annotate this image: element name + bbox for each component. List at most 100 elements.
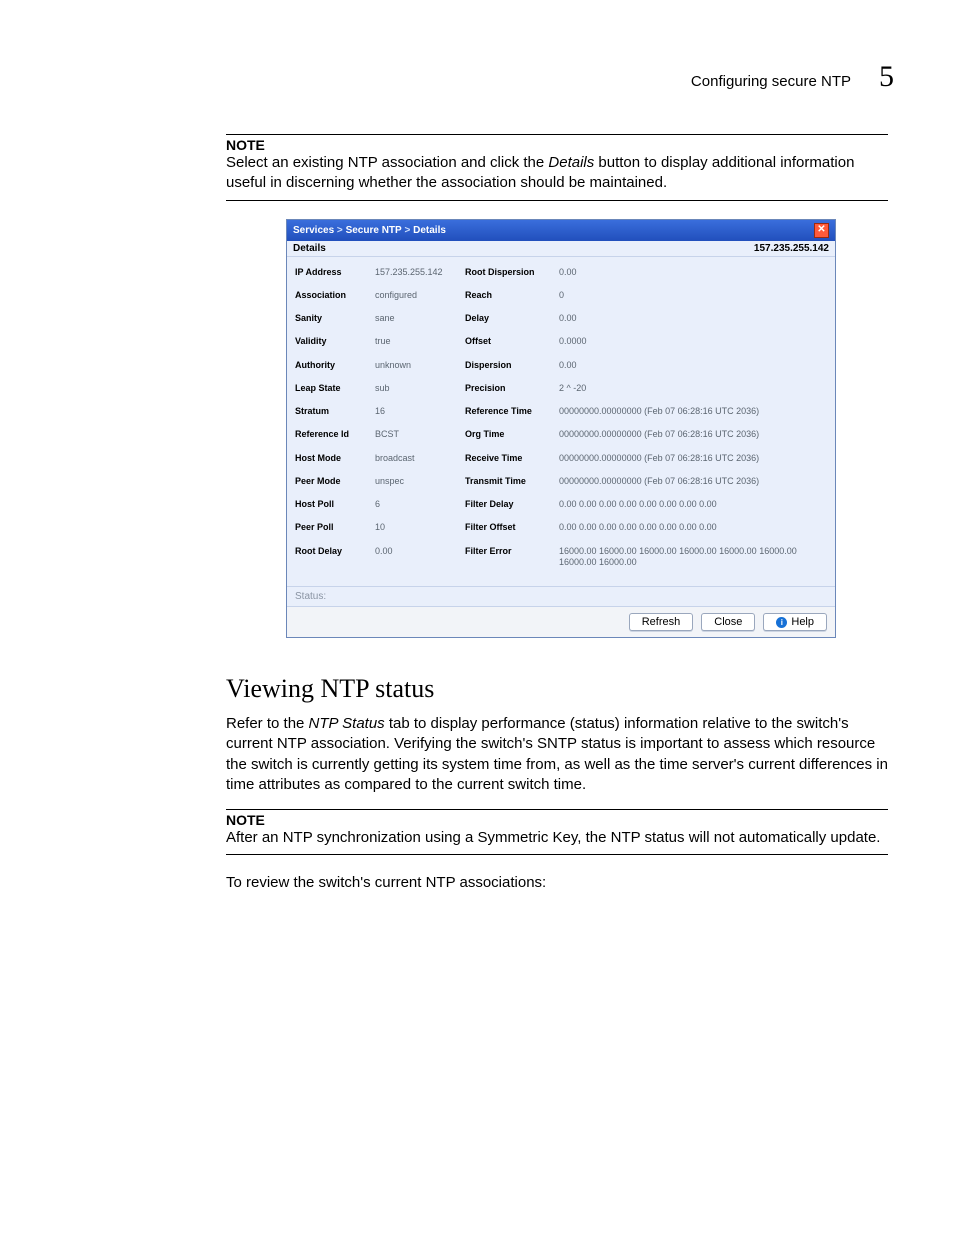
close-icon[interactable]: ✕ (814, 223, 829, 238)
detail-row: AssociationconfiguredReach0 (295, 290, 827, 301)
close-button[interactable]: Close (701, 613, 755, 631)
field-value: 6 (375, 499, 465, 509)
field-label: Validity (295, 336, 375, 346)
header-title: Configuring secure NTP (691, 73, 851, 90)
breadcrumb-sep: > (402, 225, 413, 236)
field-value: 0.00 (559, 267, 827, 278)
section-paragraph: Refer to the NTP Status tab to display p… (226, 714, 888, 795)
field-value: 0.00 (375, 546, 465, 556)
field-label: Offset (465, 336, 559, 346)
detail-row: SanitysaneDelay0.00 (295, 313, 827, 324)
note-block: NOTE Select an existing NTP association … (226, 134, 888, 201)
note-text: After an NTP synchronization using a Sym… (226, 828, 888, 848)
field-label: Host Poll (295, 499, 375, 509)
field-value: 16000.00 16000.00 16000.00 16000.00 1600… (559, 546, 827, 569)
breadcrumb-sep: > (334, 225, 345, 236)
note-block: NOTE After an NTP synchronization using … (226, 809, 888, 855)
field-value: 157.235.255.142 (375, 267, 465, 277)
note-text-before: Select an existing NTP association and c… (226, 154, 548, 171)
field-label: Filter Offset (465, 522, 559, 532)
field-label: Reference Time (465, 406, 559, 416)
note-label: NOTE (226, 137, 888, 153)
field-value: 16 (375, 406, 465, 416)
ntp-details-dialog: Services > Secure NTP > Details ✕ Detail… (286, 219, 836, 639)
dialog-ip: 157.235.255.142 (754, 243, 829, 254)
detail-row: Root Delay0.00Filter Error16000.00 16000… (295, 546, 827, 569)
field-value: unknown (375, 360, 465, 370)
dialog-subtitle: Details (293, 243, 326, 254)
help-button[interactable]: iHelp (763, 613, 827, 631)
breadcrumb-a: Services (293, 225, 334, 236)
field-label: Precision (465, 383, 559, 393)
field-value: 0 (559, 290, 827, 301)
field-value: broadcast (375, 453, 465, 463)
breadcrumb-b: Secure NTP (346, 225, 402, 236)
note-label: NOTE (226, 812, 888, 828)
field-label: Root Dispersion (465, 267, 559, 277)
field-label: Transmit Time (465, 476, 559, 486)
detail-row: Host Poll6Filter Delay0.00 0.00 0.00 0.0… (295, 499, 827, 510)
detail-row: Reference IdBCSTOrg Time00000000.0000000… (295, 429, 827, 440)
dialog-footer: Refresh Close iHelp (287, 606, 835, 637)
field-label: Org Time (465, 429, 559, 439)
para-emph: NTP Status (309, 715, 385, 732)
field-value: sub (375, 383, 465, 393)
field-label: Filter Delay (465, 499, 559, 509)
help-button-label: Help (791, 616, 814, 628)
field-label: Reference Id (295, 429, 375, 439)
field-label: Dispersion (465, 360, 559, 370)
field-label: Peer Poll (295, 522, 375, 532)
field-label: Delay (465, 313, 559, 323)
field-value: configured (375, 290, 465, 300)
field-value: 2 ^ -20 (559, 383, 827, 394)
field-value: 0.00 0.00 0.00 0.00 0.00 0.00 0.00 0.00 (559, 499, 827, 510)
close-button-label: Close (714, 616, 742, 628)
field-value: 0.0000 (559, 336, 827, 347)
note-text: Select an existing NTP association and c… (226, 153, 888, 194)
field-label: Leap State (295, 383, 375, 393)
field-value: 00000000.00000000 (Feb 07 06:28:16 UTC 2… (559, 406, 827, 417)
detail-row: AuthorityunknownDispersion0.00 (295, 360, 827, 371)
detail-row: Stratum16Reference Time00000000.00000000… (295, 406, 827, 417)
dialog-body: IP Address157.235.255.142Root Dispersion… (287, 257, 835, 587)
field-label: Stratum (295, 406, 375, 416)
field-value: 0.00 (559, 360, 827, 371)
field-label: Peer Mode (295, 476, 375, 486)
dialog-subheader: Details 157.235.255.142 (287, 241, 835, 257)
field-label: Receive Time (465, 453, 559, 463)
detail-row: Host ModebroadcastReceive Time00000000.0… (295, 453, 827, 464)
field-value: true (375, 336, 465, 346)
para-before: Refer to the (226, 715, 309, 732)
field-value: 0.00 0.00 0.00 0.00 0.00 0.00 0.00 0.00 (559, 522, 827, 533)
field-value: 0.00 (559, 313, 827, 324)
field-value: sane (375, 313, 465, 323)
field-label: Root Delay (295, 546, 375, 556)
dialog-status: Status: (287, 586, 835, 606)
chapter-number: 5 (879, 60, 894, 94)
field-value: 00000000.00000000 (Feb 07 06:28:16 UTC 2… (559, 476, 827, 487)
field-label: Authority (295, 360, 375, 370)
dialog-titlebar: Services > Secure NTP > Details ✕ (287, 220, 835, 241)
refresh-button[interactable]: Refresh (629, 613, 694, 631)
detail-row: Peer ModeunspecTransmit Time00000000.000… (295, 476, 827, 487)
field-label: Reach (465, 290, 559, 300)
field-label: Sanity (295, 313, 375, 323)
field-value: 10 (375, 522, 465, 532)
field-label: Host Mode (295, 453, 375, 463)
detail-row: Peer Poll10Filter Offset0.00 0.00 0.00 0… (295, 522, 827, 533)
refresh-button-label: Refresh (642, 616, 681, 628)
field-label: Filter Error (465, 546, 559, 556)
detail-row: Leap StatesubPrecision2 ^ -20 (295, 383, 827, 394)
field-value: 00000000.00000000 (Feb 07 06:28:16 UTC 2… (559, 429, 827, 440)
breadcrumb-c: Details (413, 225, 446, 236)
breadcrumb: Services > Secure NTP > Details (293, 225, 446, 236)
field-label: IP Address (295, 267, 375, 277)
field-value: unspec (375, 476, 465, 486)
detail-row: ValiditytrueOffset0.0000 (295, 336, 827, 347)
page-header: Configuring secure NTP 5 (60, 60, 894, 94)
field-label: Association (295, 290, 375, 300)
note-text-emph: Details (548, 154, 594, 171)
field-value: BCST (375, 429, 465, 439)
closing-text: To review the switch's current NTP assoc… (226, 873, 888, 893)
field-value: 00000000.00000000 (Feb 07 06:28:16 UTC 2… (559, 453, 827, 464)
